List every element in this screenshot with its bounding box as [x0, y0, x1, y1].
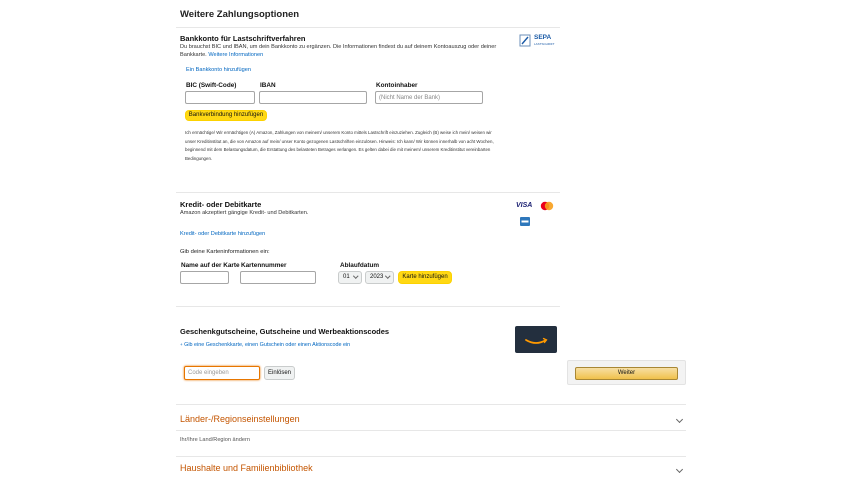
chevron-down-icon[interactable] [675, 465, 684, 474]
expiry-label: Ablaufdatum [340, 262, 380, 269]
bank-section-title: Bankkonto für Lastschriftverfahren [180, 34, 306, 43]
add-bank-connection-button[interactable]: Bankverbindung hinzufügen [185, 110, 267, 121]
card-name-input[interactable] [180, 271, 229, 284]
divider [176, 456, 686, 457]
sepa-logo-subtext: LASTSCHRIFT [534, 42, 555, 46]
amazon-gift-card-image [515, 326, 557, 353]
card-name-label: Name auf der Karte [181, 262, 240, 269]
expiry-month-select[interactable]: 01 [338, 271, 362, 284]
account-holder-label: Kontoinhaber [376, 82, 418, 89]
household-library-title[interactable]: Haushalte und Familienbibliothek [180, 463, 313, 473]
mandate-line: beginnend mit dem Belastungsdatum, die E… [185, 147, 491, 152]
card-description: Amazon akzeptiert gängige Kredit- und De… [180, 210, 309, 216]
bank-description-prefix: Bankkarte. [180, 52, 207, 58]
sepa-logo: SEPA LASTSCHRIFT [519, 34, 555, 48]
add-card-button[interactable]: Karte hinzufügen [398, 271, 452, 284]
expiry-year-value: 2023 [370, 274, 384, 280]
card-number-input[interactable] [240, 271, 316, 284]
divider [176, 192, 560, 193]
page-title: Weitere Zahlungsoptionen [180, 9, 300, 20]
divider [176, 27, 560, 28]
iban-label: IBAN [260, 82, 276, 89]
add-card-link[interactable]: Kredit- oder Debitkarte hinzufügen [180, 231, 265, 237]
bank-description-2: Bankkarte. Weitere Informationen [180, 52, 263, 58]
card-info-prompt: Gib deine Karteninformationen ein: [180, 249, 270, 255]
divider [176, 306, 560, 307]
gift-code-link-row[interactable]: + Gib eine Geschenkkarte, einen Gutschei… [180, 342, 350, 348]
region-settings-title[interactable]: Länder-/Regionseinstellungen [180, 414, 300, 424]
card-section-title: Kredit- oder Debitkarte [180, 200, 262, 209]
gift-section-title: Geschenkgutscheine, Gutscheine und Werbe… [180, 327, 390, 336]
mandate-line: unser Kreditinstitut an, die von Amazon … [185, 138, 494, 144]
continue-button[interactable]: Weiter [575, 367, 678, 380]
bic-label: BIC (Swift-Code) [186, 82, 237, 89]
expiry-year-select[interactable]: 2023 [365, 271, 394, 284]
chevron-down-icon[interactable] [675, 415, 684, 424]
sepa-logo-text: SEPA [534, 34, 552, 41]
gift-code-input[interactable]: Code eingeben [184, 366, 260, 380]
chevron-down-icon [353, 273, 359, 279]
amex-icon [520, 217, 530, 226]
chevron-down-icon [385, 273, 391, 279]
amazon-smile-icon [525, 337, 548, 344]
bank-description: Du brauchst BIC und IBAN, um dein Bankko… [180, 44, 497, 50]
divider [176, 404, 686, 405]
mastercard-icon [540, 201, 554, 211]
region-settings-description: Ihr/Ihre Land/Region ändern [180, 437, 250, 443]
sepa-pen-icon [519, 34, 531, 47]
expand-plus-icon: + [180, 342, 183, 347]
expiry-month-value: 01 [343, 274, 350, 280]
gift-code-link[interactable]: Gib eine Geschenkkarte, einen Gutschein … [184, 342, 350, 348]
card-number-label: Kartennummer [241, 262, 287, 269]
redeem-button[interactable]: Einlösen [264, 366, 295, 380]
bic-input[interactable] [185, 91, 255, 104]
add-bank-account-link[interactable]: Ein Bankkonto hinzufügen [186, 67, 251, 73]
visa-logo: VISA [516, 202, 533, 209]
iban-input[interactable] [259, 91, 367, 104]
sepa-mandate-text: Ich ermächtige/ Wir ermächtigen (A) Amaz… [185, 129, 494, 163]
divider [176, 430, 686, 431]
mandate-line: Bedingungen. [185, 155, 213, 161]
account-holder-input[interactable]: (Nicht Name der Bank) [375, 91, 483, 104]
mandate-line: Ich ermächtige/ Wir ermächtigen (A) Amaz… [185, 130, 492, 135]
more-info-link[interactable]: Weitere Informationen [208, 52, 263, 58]
